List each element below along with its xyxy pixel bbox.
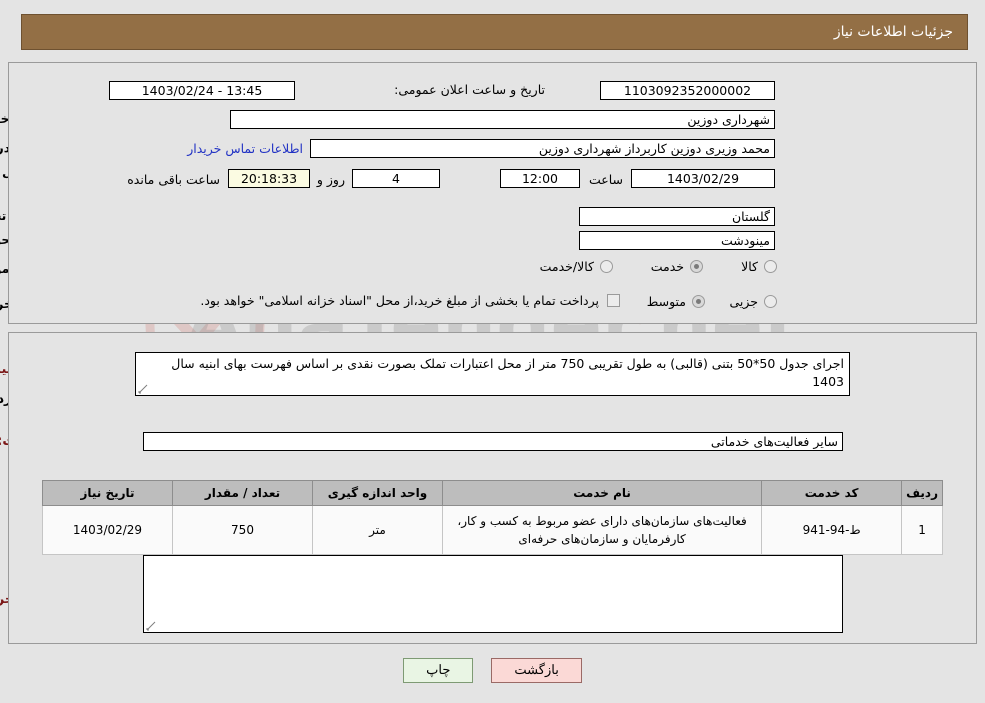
radio-minor-icon[interactable] [764,295,777,308]
treasury-bond-option[interactable]: پرداخت تمام یا بخشی از مبلغ خرید،از محل … [200,293,620,308]
announce-date-group: تاریخ و ساعت اعلان عمومی: [394,82,545,97]
process-option-medium[interactable]: متوسط [647,294,705,309]
page-title: جزئیات اطلاعات نیاز [833,24,953,40]
col-date: تاریخ نیاز [42,480,173,506]
cell-unit: متر [312,505,443,555]
summary-textarea[interactable]: اجرای جدول 50*50 بتنی (قالبی) به طول تقر… [135,352,850,396]
deadline-time-value: 12:00 [500,169,580,188]
radio-service-icon[interactable] [690,260,703,273]
province-value: گلستان [579,207,775,226]
category-option-service-label: خدمت [650,259,684,274]
buyer-org-value: شهرداری دوزین [230,110,775,129]
cell-code: ط-94-941 [761,505,903,555]
treasury-checkbox-icon[interactable] [607,294,620,307]
radio-medium-icon[interactable] [692,295,705,308]
print-button[interactable]: چاپ [403,658,474,683]
buyer-notes-resize-grip-icon[interactable] [146,621,156,631]
category-option-service[interactable]: خدمت [651,259,703,274]
summary-text: اجرای جدول 50*50 بتنی (قالبی) به طول تقر… [171,356,844,390]
deadline-date-value: 1403/02/29 [631,169,775,188]
resize-grip-icon[interactable] [138,384,148,394]
buyer-notes-textarea[interactable] [143,555,843,633]
col-quantity: تعداد / مقدار [172,480,313,506]
deadline-hour-label: ساعت [588,172,623,187]
cell-quantity: 750 [172,505,313,555]
page-root: AnaTender.net جزئیات اطلاعات نیاز شماره … [0,0,985,703]
treasury-checkbox-label: پرداخت تمام یا بخشی از مبلغ خرید،از محل … [200,293,599,308]
service-group-value: سایر فعالیت‌های خدماتی [143,432,843,451]
table-row: 1 ط-94-941 فعالیت‌های سازمان‌های دارای ع… [42,505,943,555]
announce-date-label: تاریخ و ساعت اعلان عمومی: [394,82,545,97]
cell-date: 1403/02/29 [42,505,173,555]
process-option-minor-label: جزیی [729,294,758,309]
col-code: کد خدمت [761,480,903,506]
remaining-hours-label: ساعت باقی مانده [127,172,220,187]
announce-date-value: 13:45 - 1403/02/24 [109,81,295,100]
back-button[interactable]: بازگشت [491,658,582,683]
col-index: ردیف [901,480,943,506]
process-option-medium-label: متوسط [646,294,686,309]
radio-goods-icon[interactable] [764,260,777,273]
remaining-days-label: روز و [316,172,345,187]
countdown-value: 20:18:33 [228,169,310,188]
category-option-goods-label: کالا [741,259,758,274]
services-table: ردیف کد خدمت نام خدمت واحد اندازه گیری ت… [42,480,943,555]
remaining-days-value: 4 [352,169,440,188]
city-value: مینودشت [579,231,775,250]
category-option-goods[interactable]: کالا [741,259,777,274]
cell-index: 1 [901,505,943,555]
need-summary-panel [8,62,977,324]
category-option-goods-service-label: کالا/خدمت [539,259,594,274]
radio-goods-service-icon[interactable] [600,260,613,273]
creator-value: محمد وزیری دوزین کاربرداز شهرداری دوزین [310,139,775,158]
table-header-row: ردیف کد خدمت نام خدمت واحد اندازه گیری ت… [42,480,943,506]
need-number-value: 1103092352000002 [600,81,775,100]
buyer-contact-link[interactable]: اطلاعات تماس خریدار [187,141,303,156]
col-name: نام خدمت [441,480,763,506]
col-unit: واحد اندازه گیری [312,480,443,506]
cell-name: فعالیت‌های سازمان‌های دارای عضو مربوط به… [441,505,763,555]
process-option-minor[interactable]: جزیی [729,294,777,309]
action-buttons: بازگشت چاپ [0,658,985,683]
page-title-bar: جزئیات اطلاعات نیاز [21,14,968,50]
category-option-goods-service[interactable]: کالا/خدمت [540,259,613,274]
